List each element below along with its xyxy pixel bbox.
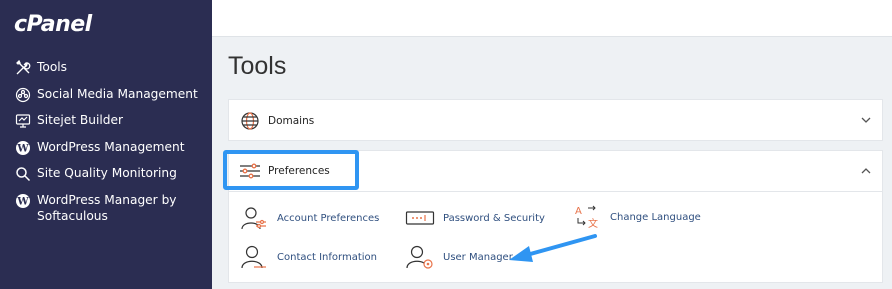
section-domains: Domains — [228, 99, 883, 141]
sidebar-item-label: Sitejet Builder — [37, 113, 124, 127]
sidebar-item-label: Tools — [37, 60, 68, 74]
password-icon — [405, 204, 435, 232]
tool-label: Contact Information — [277, 251, 377, 263]
tool-password-security[interactable]: Password & Security — [405, 204, 545, 232]
sidebar-item-label: WordPress Management — [37, 139, 185, 154]
sidebar-item-sitejet[interactable]: Sitejet Builder — [0, 111, 212, 138]
tool-user-manager[interactable]: User Manager — [405, 243, 513, 271]
contact-icon — [239, 243, 269, 271]
sidebar-item-label: Social Media Management — [37, 86, 198, 101]
page-title: Tools — [228, 52, 287, 80]
top-bar — [212, 0, 892, 37]
language-icon: A文 — [572, 203, 602, 231]
magnifier-icon — [14, 165, 32, 183]
sidebar-item-wordpress-softaculous[interactable]: W WordPress Manager by Softaculous — [0, 191, 212, 231]
svg-text:W: W — [16, 143, 29, 154]
sidebar-item-label: WordPress Manager by Softaculous — [37, 192, 177, 223]
svg-text:文: 文 — [588, 217, 598, 230]
section-domains-header[interactable]: Domains — [229, 100, 882, 141]
sidebar-item-wordpress-management[interactable]: W WordPress Management — [0, 138, 212, 165]
main-content: Tools Domains Preferences Account Prefer… — [212, 37, 892, 289]
tool-label: Change Language — [610, 211, 701, 223]
wordpress-icon: W — [14, 139, 32, 157]
wordpress-icon: W — [14, 192, 32, 210]
sidebar-item-tools[interactable]: Tools — [0, 58, 212, 85]
chevron-up-icon[interactable] — [860, 165, 872, 177]
account-preferences-icon — [239, 204, 269, 232]
tool-label: User Manager — [443, 251, 513, 263]
sidebar: cPanel Tools Social Media Management Sit… — [0, 0, 212, 289]
tool-account-preferences[interactable]: Account Preferences — [239, 204, 379, 232]
tool-label: Password & Security — [443, 212, 545, 224]
social-media-icon — [14, 86, 32, 104]
cpanel-logo[interactable]: cPanel — [14, 12, 92, 37]
user-manager-icon — [405, 243, 435, 271]
svg-text:W: W — [16, 196, 29, 207]
sliders-icon — [239, 160, 261, 182]
tool-contact-information[interactable]: Contact Information — [239, 243, 377, 271]
svg-text:A: A — [575, 206, 582, 217]
tool-change-language[interactable]: A文 Change Language — [572, 203, 701, 231]
sidebar-item-site-quality[interactable]: Site Quality Monitoring — [0, 164, 212, 191]
globe-icon — [239, 110, 261, 132]
sidebar-item-social-media[interactable]: Social Media Management — [0, 85, 212, 112]
section-label: Preferences — [268, 165, 330, 177]
sidebar-item-label: Site Quality Monitoring — [37, 166, 177, 180]
section-preferences-header[interactable]: Preferences — [229, 151, 882, 192]
sitejet-icon — [14, 112, 32, 130]
section-label: Domains — [268, 114, 315, 127]
sidebar-nav: Tools Social Media Management Sitejet Bu… — [0, 58, 212, 231]
tool-label: Account Preferences — [277, 212, 380, 224]
chevron-down-icon[interactable] — [860, 114, 872, 126]
tools-icon — [14, 59, 32, 77]
